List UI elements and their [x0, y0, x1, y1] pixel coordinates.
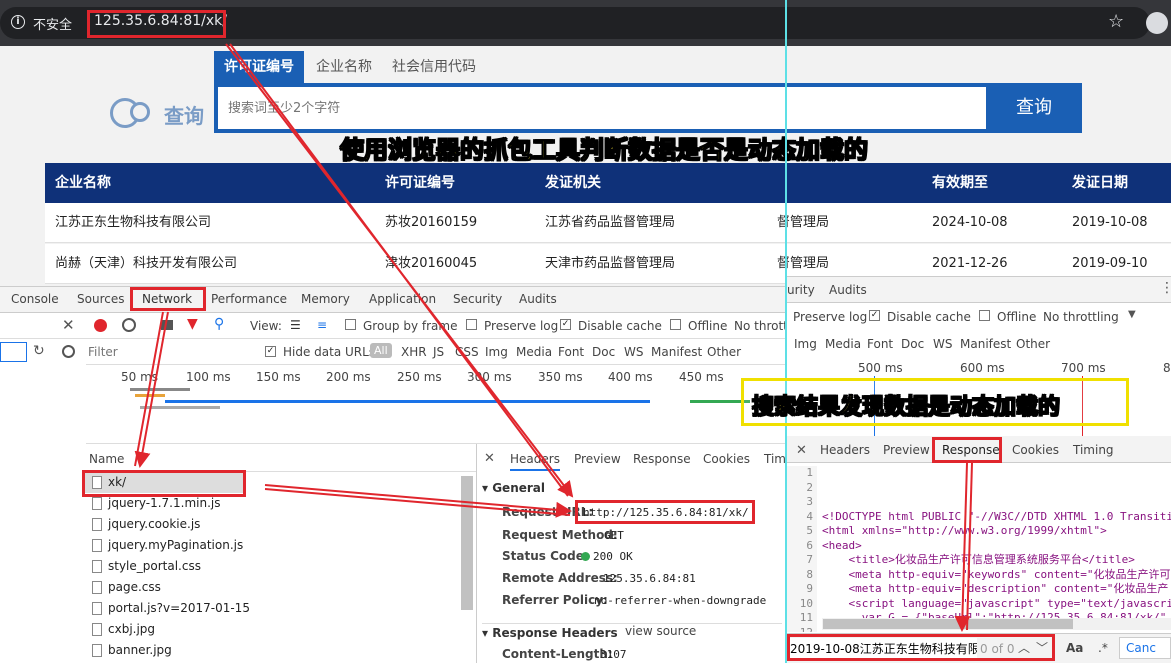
arrow	[134, 311, 169, 468]
arrow	[134, 311, 164, 467]
arrow	[264, 484, 572, 518]
arrow	[264, 488, 571, 516]
arrow	[954, 462, 971, 632]
arrow	[229, 43, 569, 497]
annotation-arrows	[134, 43, 973, 632]
arrow	[966, 462, 973, 631]
